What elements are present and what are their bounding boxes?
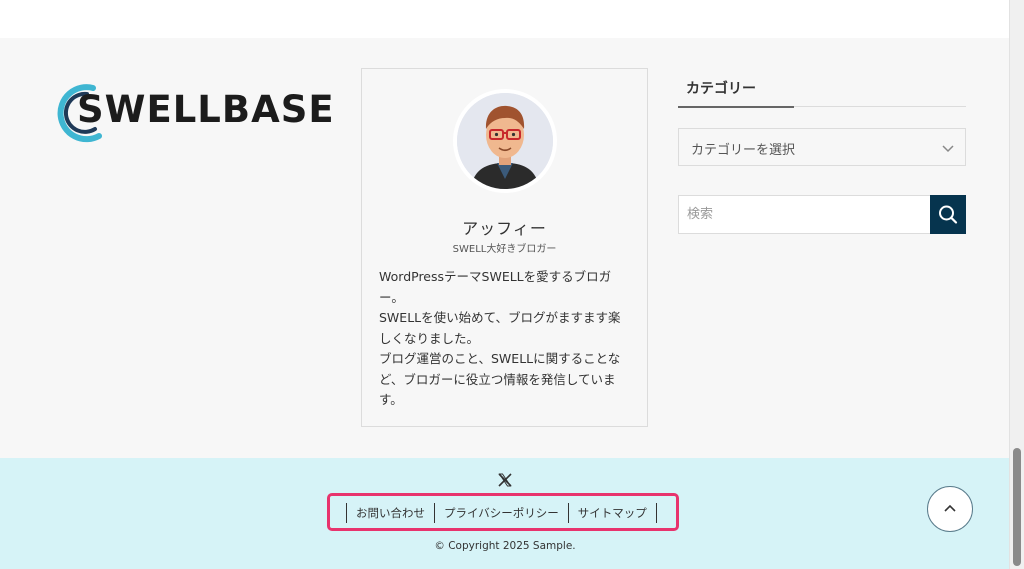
back-to-top-button[interactable] xyxy=(927,486,973,532)
chevron-up-icon xyxy=(944,504,956,512)
bio-line: ど、ブロガーに役立つ情報を発信していま xyxy=(379,371,616,387)
header-bottom-strip xyxy=(0,0,1010,38)
footer-link-privacy[interactable]: プライバシーポリシー xyxy=(434,503,568,523)
logo-text: SWELLBASE xyxy=(77,88,335,131)
bio-line: SWELLを使い始めて、ブログがますます楽 xyxy=(379,310,621,325)
category-title-text: カテゴリー xyxy=(686,81,756,97)
search-icon xyxy=(939,205,958,224)
site-logo[interactable]: SWELLBASE xyxy=(55,82,334,144)
profile-name: アッフィー xyxy=(462,219,547,238)
chevron-down-icon xyxy=(942,145,954,153)
x-icon[interactable] xyxy=(497,472,513,488)
avatar-illustration-icon xyxy=(457,93,553,189)
search-form xyxy=(678,195,966,234)
footer-link-contact[interactable]: お問い合わせ xyxy=(347,503,434,523)
bio-line: しくなりました。 xyxy=(379,330,480,346)
scrollbar-thumb[interactable] xyxy=(1013,448,1021,566)
bio-line: ー。 xyxy=(379,289,404,305)
category-select[interactable]: カテゴリーを選択 xyxy=(678,128,966,166)
avatar xyxy=(453,89,557,193)
profile-bio: WordPressテーマSWELLを愛するブロガ ー。 SWELLを使い始めて、… xyxy=(379,267,637,411)
title-underline xyxy=(678,106,794,108)
category-widget-title: カテゴリー xyxy=(678,76,966,108)
page-scrollbar[interactable] xyxy=(1009,0,1024,569)
footer-link-sitemap[interactable]: サイトマップ xyxy=(567,503,656,523)
bio-line: ブログ運営のこと、SWELLに関することな xyxy=(379,351,621,366)
footer-nav: お問い合わせ プライバシーポリシー サイトマップ xyxy=(346,503,657,523)
search-input[interactable] xyxy=(678,195,930,234)
profile-card: アッフィー SWELL大好きブロガー WordPressテーマSWELLを愛する… xyxy=(361,68,648,427)
bio-line: WordPressテーマSWELLを愛するブロガ xyxy=(379,269,612,284)
bio-line: す。 xyxy=(379,392,403,407)
site-footer: お問い合わせ プライバシーポリシー サイトマップ © Copyright 202… xyxy=(0,458,1010,569)
search-button[interactable] xyxy=(930,195,966,234)
copyright-text: © Copyright 2025 Sample. xyxy=(434,540,576,552)
category-select-value: カテゴリーを選択 xyxy=(691,143,796,158)
profile-role: SWELL大好きブロガー xyxy=(452,244,557,255)
